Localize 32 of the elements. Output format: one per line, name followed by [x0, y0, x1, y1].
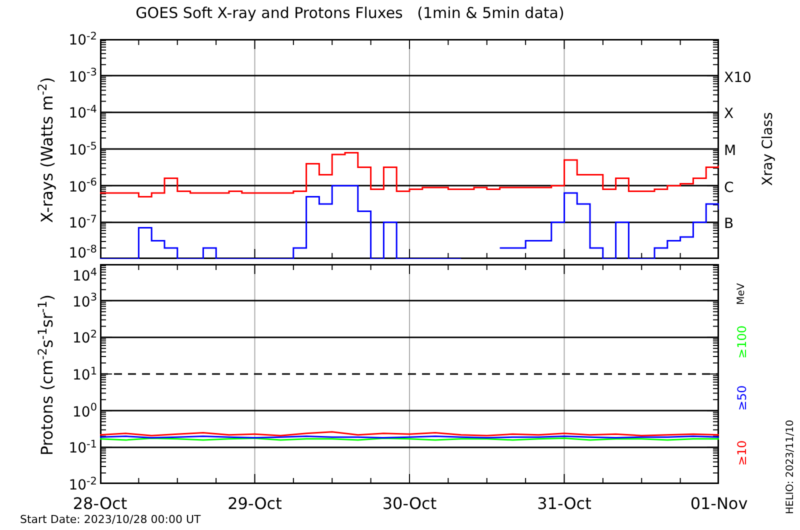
tick-label: 29-Oct: [228, 496, 282, 512]
tick-label: 10$^{-7}$: [68, 212, 97, 231]
tick-label: 10$^{-2}$: [68, 474, 97, 492]
class-label: B: [724, 217, 734, 232]
tick-label: 10$^{-8}$: [68, 242, 97, 260]
tick-label: 10$^{0}$: [72, 400, 97, 420]
tick-label: 31-Oct: [537, 496, 592, 512]
legend-label: ≥50: [736, 385, 748, 411]
date-text: HELIO: 2023/11/10: [786, 420, 796, 514]
tick-label: 10$^{2}$: [72, 328, 97, 346]
tick-label: 10$^{-5}$: [68, 139, 97, 158]
tick-label: 28-Oct: [72, 496, 128, 512]
axis-title: Xray Class: [761, 112, 775, 186]
tick-label: 10$^{-1}$: [68, 438, 97, 456]
class-label: M: [724, 144, 736, 158]
legend-label: ≥10: [736, 440, 748, 466]
legend-label: ≥100: [736, 326, 748, 358]
tick-label: 10$^{4}$: [72, 265, 97, 284]
chart-title: GOES Soft X-ray and Protons Fluxes (1min & 5min data): [134, 6, 566, 21]
tick-label: 10$^{3}$: [72, 290, 97, 310]
tick-label: 10$^{-3}$: [68, 66, 97, 84]
start-date: Start Date: 2023/10/28 00:00 UT: [20, 514, 201, 525]
class-label: X10: [724, 70, 752, 85]
class-label: C: [724, 180, 734, 195]
unit-label: MeV: [737, 283, 747, 305]
class-label: X: [724, 107, 734, 122]
tick-label: 01-Nov: [690, 496, 748, 512]
tick-label: 30-Oct: [382, 496, 437, 512]
tick-label: 10$^{1}$: [72, 364, 97, 382]
tick-label: 10$^{-6}$: [68, 176, 97, 194]
tick-label: 10$^{-2}$: [68, 29, 97, 48]
tick-label: 10$^{-4}$: [68, 102, 97, 121]
